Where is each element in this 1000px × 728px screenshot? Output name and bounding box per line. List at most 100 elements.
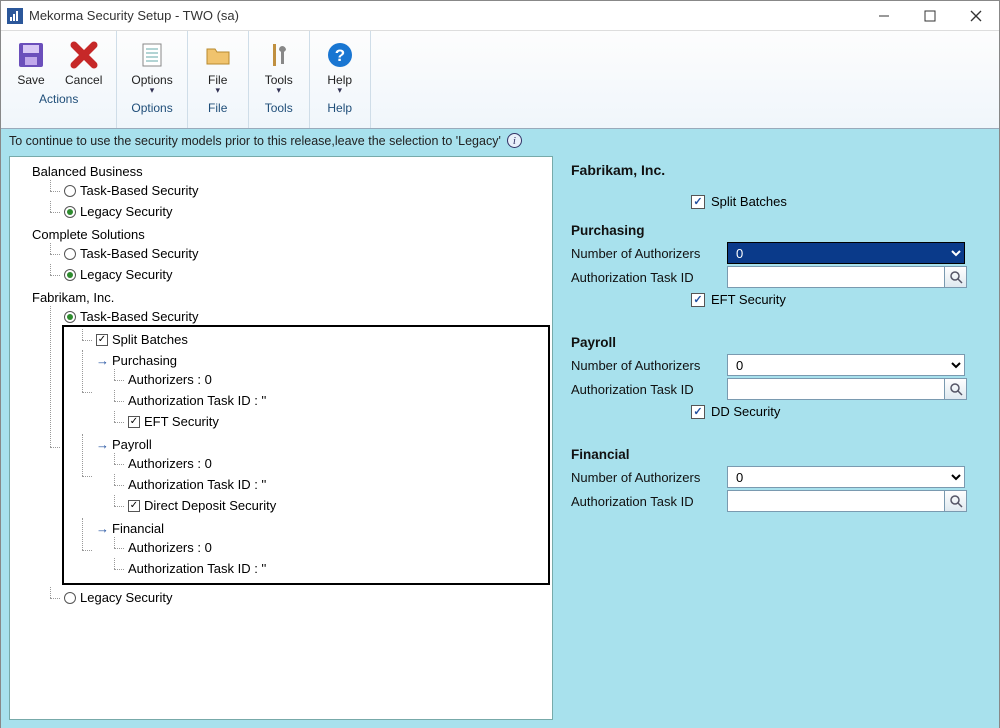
- tree-split-batches[interactable]: Split Batches: [96, 331, 548, 348]
- file-button[interactable]: File ▾: [194, 33, 242, 98]
- lookup-button[interactable]: [945, 266, 967, 288]
- payroll-num-authorizers-label: Number of Authorizers: [571, 358, 721, 373]
- search-icon: [949, 270, 963, 284]
- help-icon: ?: [324, 39, 356, 71]
- info-icon[interactable]: i: [507, 133, 522, 148]
- tree-company-complete[interactable]: Complete Solutions: [32, 226, 550, 243]
- tree-auth-task-id[interactable]: Authorization Task ID : '': [128, 392, 548, 409]
- work-area: Balanced Business Task-Based Security Le…: [1, 152, 999, 728]
- minimize-button[interactable]: [861, 1, 907, 31]
- financial-auth-task-label: Authorization Task ID: [571, 494, 721, 509]
- cancel-button[interactable]: Cancel: [57, 33, 110, 89]
- radio-unselected-icon: [64, 185, 76, 197]
- search-icon: [949, 494, 963, 508]
- radio-unselected-icon: [64, 592, 76, 604]
- tree-legacy[interactable]: Legacy Security: [64, 589, 550, 606]
- tree-authorizers[interactable]: Authorizers : 0: [128, 371, 548, 388]
- save-button[interactable]: Save: [7, 33, 55, 89]
- chevron-down-icon: ▾: [276, 85, 281, 96]
- group-file-label: File: [208, 98, 227, 119]
- financial-section: Financial Number of Authorizers 0 Author…: [571, 447, 981, 512]
- chevron-down-icon: ▾: [215, 85, 220, 96]
- detail-pane: Fabrikam, Inc. Split Batches Purchasing …: [559, 152, 999, 728]
- tools-button[interactable]: Tools ▾: [255, 33, 303, 98]
- chevron-down-icon: ▾: [337, 85, 342, 96]
- save-icon: [15, 39, 47, 71]
- tree-label: Authorization Task ID : '': [128, 476, 266, 493]
- tree-task-based[interactable]: Task-Based Security: [64, 245, 550, 262]
- search-icon: [949, 382, 963, 396]
- tree-auth-task-id[interactable]: Authorization Task ID : '': [128, 560, 548, 577]
- checkbox-checked-icon: [128, 416, 140, 428]
- eft-security-label: EFT Security: [711, 292, 786, 307]
- eft-security-checkbox[interactable]: [691, 293, 705, 307]
- radio-unselected-icon: [64, 248, 76, 260]
- financial-num-authorizers-label: Number of Authorizers: [571, 470, 721, 485]
- group-actions-label: Actions: [39, 89, 78, 110]
- tree-label: Financial: [112, 520, 164, 537]
- tree-eft-security[interactable]: EFT Security: [128, 413, 548, 430]
- window-title: Mekorma Security Setup - TWO (sa): [29, 8, 239, 23]
- tree-authorizers[interactable]: Authorizers : 0: [128, 539, 548, 556]
- dd-security-checkbox[interactable]: [691, 405, 705, 419]
- payroll-section: Payroll Number of Authorizers 0 Authoriz…: [571, 335, 981, 419]
- tree-label: Fabrikam, Inc.: [32, 289, 114, 306]
- cancel-icon: [68, 39, 100, 71]
- tree-label: Task-Based Security: [80, 182, 199, 199]
- options-button[interactable]: Options ▾: [123, 33, 180, 98]
- payroll-auth-task-input[interactable]: [727, 378, 945, 400]
- tree-task-based-selected[interactable]: Task-Based Security: [64, 308, 550, 325]
- tree-legacy[interactable]: Legacy Security: [64, 203, 550, 220]
- payroll-num-authorizers-select[interactable]: 0: [727, 354, 965, 376]
- arrow-right-icon: →: [96, 352, 108, 369]
- tree-legacy[interactable]: Legacy Security: [64, 266, 550, 283]
- purchasing-num-authorizers-label: Number of Authorizers: [571, 246, 721, 261]
- financial-auth-task-input[interactable]: [727, 490, 945, 512]
- purchasing-num-authorizers-select[interactable]: 0: [727, 242, 965, 264]
- tools-icon: [263, 39, 295, 71]
- tree-label: Complete Solutions: [32, 226, 145, 243]
- arrow-right-icon: →: [96, 436, 108, 453]
- titlebar: Mekorma Security Setup - TWO (sa): [1, 1, 999, 31]
- purchasing-auth-task-input[interactable]: [727, 266, 945, 288]
- maximize-button[interactable]: [907, 1, 953, 31]
- tree-auth-task-id[interactable]: Authorization Task ID : '': [128, 476, 548, 493]
- purchasing-auth-task-label: Authorization Task ID: [571, 270, 721, 285]
- tree-label: Purchasing: [112, 352, 177, 369]
- tree-dd-security[interactable]: Direct Deposit Security: [128, 497, 548, 514]
- purchasing-section: Purchasing Number of Authorizers 0 Autho…: [571, 223, 981, 307]
- tree-company-balanced[interactable]: Balanced Business: [32, 163, 550, 180]
- financial-num-authorizers-select[interactable]: 0: [727, 466, 965, 488]
- radio-selected-icon: [64, 311, 76, 323]
- info-strip: To continue to use the security models p…: [1, 129, 999, 152]
- tree-authorizers[interactable]: Authorizers : 0: [128, 455, 548, 472]
- cancel-label: Cancel: [65, 73, 102, 87]
- tree-label: Legacy Security: [80, 266, 173, 283]
- tree-label: Payroll: [112, 436, 152, 453]
- info-text: To continue to use the security models p…: [9, 134, 501, 148]
- lookup-button[interactable]: [945, 490, 967, 512]
- app-icon: [7, 8, 23, 24]
- svg-text:?: ?: [335, 46, 345, 65]
- tree-financial[interactable]: →Financial: [96, 520, 548, 537]
- dd-security-label: DD Security: [711, 404, 780, 419]
- tree-label: Authorization Task ID : '': [128, 560, 266, 577]
- tree-label: Balanced Business: [32, 163, 143, 180]
- tree[interactable]: Balanced Business Task-Based Security Le…: [9, 156, 553, 720]
- purchasing-heading: Purchasing: [571, 223, 981, 238]
- chevron-down-icon: ▾: [150, 85, 155, 96]
- ribbon: Save Cancel Actions Options ▾ Options: [1, 31, 999, 129]
- arrow-right-icon: →: [96, 520, 108, 537]
- tree-company-fabrikam[interactable]: Fabrikam, Inc.: [32, 289, 550, 306]
- tree-task-based[interactable]: Task-Based Security: [64, 182, 550, 199]
- tree-label: Legacy Security: [80, 589, 173, 606]
- split-batches-checkbox[interactable]: [691, 195, 705, 209]
- tree-purchasing[interactable]: →Purchasing: [96, 352, 548, 369]
- close-button[interactable]: [953, 1, 999, 31]
- lookup-button[interactable]: [945, 378, 967, 400]
- save-label: Save: [17, 73, 44, 87]
- options-icon: [136, 39, 168, 71]
- checkbox-checked-icon: [128, 500, 140, 512]
- help-button[interactable]: ? Help ▾: [316, 33, 364, 98]
- tree-payroll[interactable]: →Payroll: [96, 436, 548, 453]
